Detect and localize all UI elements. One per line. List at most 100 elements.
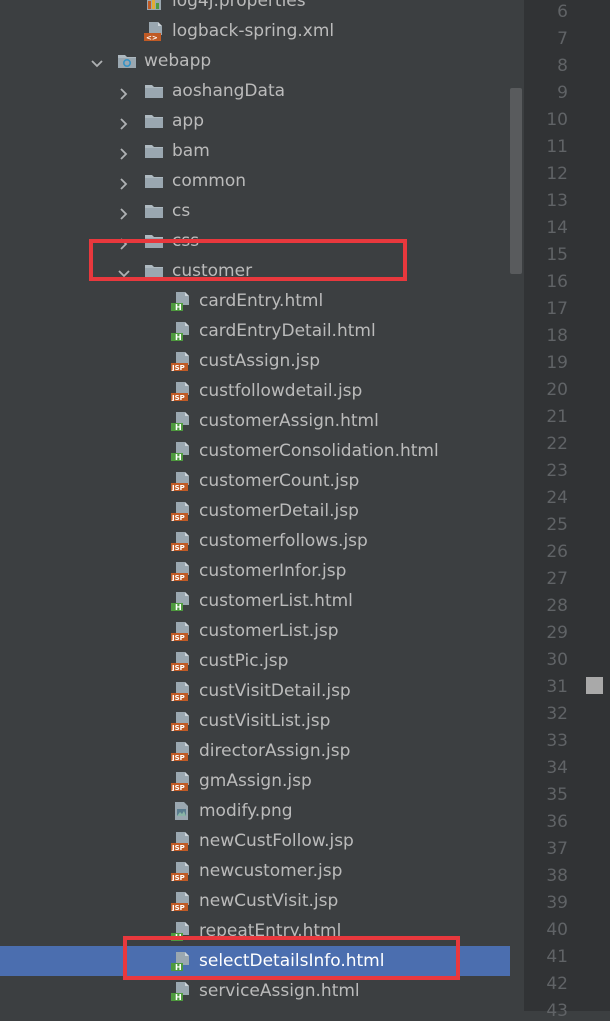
svg-text:JSP: JSP <box>171 844 185 851</box>
tree-item-custvisitlist-jsp[interactable]: JSP custVisitList.jsp <box>0 706 510 736</box>
project-tree-panel[interactable]: log4j.properties <> logback-spring.xml weba… <box>0 0 510 1011</box>
html-file-icon: H <box>171 411 191 432</box>
chevron-down-icon[interactable] <box>91 55 103 68</box>
tree-item-custpic-jsp[interactable]: JSP custPic.jsp <box>0 646 510 676</box>
tree-item-customerdetail-jsp[interactable]: JSP customerDetail.jsp <box>0 496 510 526</box>
tree-item-label: customerfollows.jsp <box>199 531 368 551</box>
chevron-right-icon[interactable] <box>118 205 130 220</box>
line-number: 15 <box>546 245 568 265</box>
tree-item-common[interactable]: common <box>0 166 510 196</box>
xml-file-icon: <> <box>144 21 164 42</box>
chevron-right-icon[interactable] <box>118 145 130 160</box>
tree-item-customerlist-jsp[interactable]: JSP customerList.jsp <box>0 616 510 646</box>
jsp-file-icon: JSP <box>171 711 191 732</box>
tree-item-app[interactable]: app <box>0 106 510 136</box>
line-number: 17 <box>546 299 568 319</box>
jsp-file-icon: JSP <box>171 471 191 492</box>
tree-item-custfollowdetail-jsp[interactable]: JSP custfollowdetail.jsp <box>0 376 510 406</box>
tree-item-customerinfor-jsp[interactable]: JSP customerInfor.jsp <box>0 556 510 586</box>
jsp-file-icon: JSP <box>171 381 191 402</box>
line-number-gutter: 6 7 8 9 10 11 12 13 14 15 16 17 18 19 20 21 22 23 24 25 26 27… <box>524 0 610 1021</box>
tree-item-cardentrydetail-html[interactable]: HcardEntryDetail.html <box>0 316 510 346</box>
tree-item-log4j-properties[interactable]: log4j.properties <box>0 0 510 16</box>
chevron-right-icon[interactable] <box>118 115 130 130</box>
chevron-right-icon[interactable] <box>118 235 130 250</box>
chevron-right-icon[interactable] <box>118 175 130 190</box>
tree-item-repeatentry-html[interactable]: HrepeatEntry.html <box>0 916 510 946</box>
tree-item-serviceassign-html[interactable]: HserviceAssign.html <box>0 976 510 1006</box>
tree-item-label: custAssign.jsp <box>199 351 321 371</box>
line-number: 32 <box>546 704 568 724</box>
line-number: 14 <box>546 218 568 238</box>
jsp-file-icon: JSP <box>171 831 191 852</box>
line-number: 40 <box>546 920 568 940</box>
tree-item-label: customerList.jsp <box>199 621 339 641</box>
tree-item-label: webapp <box>144 51 212 71</box>
folder-icon <box>144 231 164 251</box>
tree-item-customerfollows-jsp[interactable]: JSP customerfollows.jsp <box>0 526 510 556</box>
line-number: 10 <box>546 110 568 130</box>
html-file-icon: H <box>171 981 191 1002</box>
html-file-icon: H <box>171 921 191 942</box>
tree-item-newcustfollow-jsp[interactable]: JSP newCustFollow.jsp <box>0 826 510 856</box>
line-number: 39 <box>546 893 568 913</box>
tree-scrollbar[interactable] <box>510 88 522 274</box>
line-number: 21 <box>546 407 568 427</box>
line-number: 36 <box>546 812 568 832</box>
folder-icon <box>144 201 164 221</box>
tree-item-customercount-jsp[interactable]: JSP customerCount.jsp <box>0 466 510 496</box>
chevron-down-icon[interactable] <box>118 265 130 278</box>
line-number: 19 <box>546 353 568 373</box>
tree-item-customerlist-html[interactable]: HcustomerList.html <box>0 586 510 616</box>
svg-text:JSP: JSP <box>171 484 185 491</box>
jsp-file-icon: JSP <box>171 531 191 552</box>
line-number: 16 <box>546 272 568 292</box>
tree-item-webapp[interactable]: webapp <box>0 46 510 76</box>
svg-text:H: H <box>175 993 182 1001</box>
tree-item-bam[interactable]: bam <box>0 136 510 166</box>
tree-item-customerassign-html[interactable]: HcustomerAssign.html <box>0 406 510 436</box>
chevron-right-icon[interactable] <box>118 85 130 100</box>
svg-text:H: H <box>175 963 182 971</box>
tree-item-newcustvisit-jsp[interactable]: JSP newCustVisit.jsp <box>0 886 510 916</box>
line-number: 18 <box>546 326 568 346</box>
tree-item-label: custVisitDetail.jsp <box>199 681 351 701</box>
jsp-file-icon: JSP <box>171 861 191 882</box>
svg-text:H: H <box>175 453 182 461</box>
tree-item-cs[interactable]: cs <box>0 196 510 226</box>
gutter-marker[interactable] <box>586 677 603 694</box>
tree-item-directorassign-jsp[interactable]: JSP directorAssign.jsp <box>0 736 510 766</box>
line-number: 33 <box>546 731 568 751</box>
tree-item-label: newCustVisit.jsp <box>199 891 339 911</box>
tree-item-modify-png[interactable]: modify.png <box>0 796 510 826</box>
line-number: 43 <box>546 1001 568 1021</box>
folder-icon <box>144 81 164 101</box>
tree-item-label: cs <box>172 201 191 221</box>
tree-item-cardentry-html[interactable]: HcardEntry.html <box>0 286 510 316</box>
svg-text:<>: <> <box>146 34 158 41</box>
tree-item-selectdetailsinfo-html[interactable]: HselectDetailsInfo.html <box>0 946 510 976</box>
line-number: 20 <box>546 380 568 400</box>
svg-text:JSP: JSP <box>171 724 185 731</box>
tree-item-custvisitdetail-jsp[interactable]: JSP custVisitDetail.jsp <box>0 676 510 706</box>
properties-file-icon <box>144 0 164 11</box>
line-number: 27 <box>546 569 568 589</box>
tree-item-css[interactable]: css <box>0 226 510 256</box>
html-file-icon: H <box>171 321 191 342</box>
line-number: 22 <box>546 434 568 454</box>
tree-item-label: common <box>172 171 247 191</box>
tree-item-label: newCustFollow.jsp <box>199 831 354 851</box>
folder-icon <box>144 261 164 281</box>
tree-item-label: bam <box>172 141 210 161</box>
tree-item-newcustomer-jsp[interactable]: JSP newcustomer.jsp <box>0 856 510 886</box>
tree-item-customerconsolidation-html[interactable]: HcustomerConsolidation.html <box>0 436 510 466</box>
tree-item-logback-spring-xml[interactable]: <> logback-spring.xml <box>0 16 510 46</box>
tree-item-customer[interactable]: customer <box>0 256 510 286</box>
png-file-icon <box>171 801 191 821</box>
html-file-icon: H <box>171 441 191 462</box>
tree-item-aoshangdata[interactable]: aoshangData <box>0 76 510 106</box>
tree-item-custassign-jsp[interactable]: JSP custAssign.jsp <box>0 346 510 376</box>
jsp-file-icon: JSP <box>171 681 191 702</box>
line-number: 24 <box>546 488 568 508</box>
tree-item-gmassign-jsp[interactable]: JSP gmAssign.jsp <box>0 766 510 796</box>
